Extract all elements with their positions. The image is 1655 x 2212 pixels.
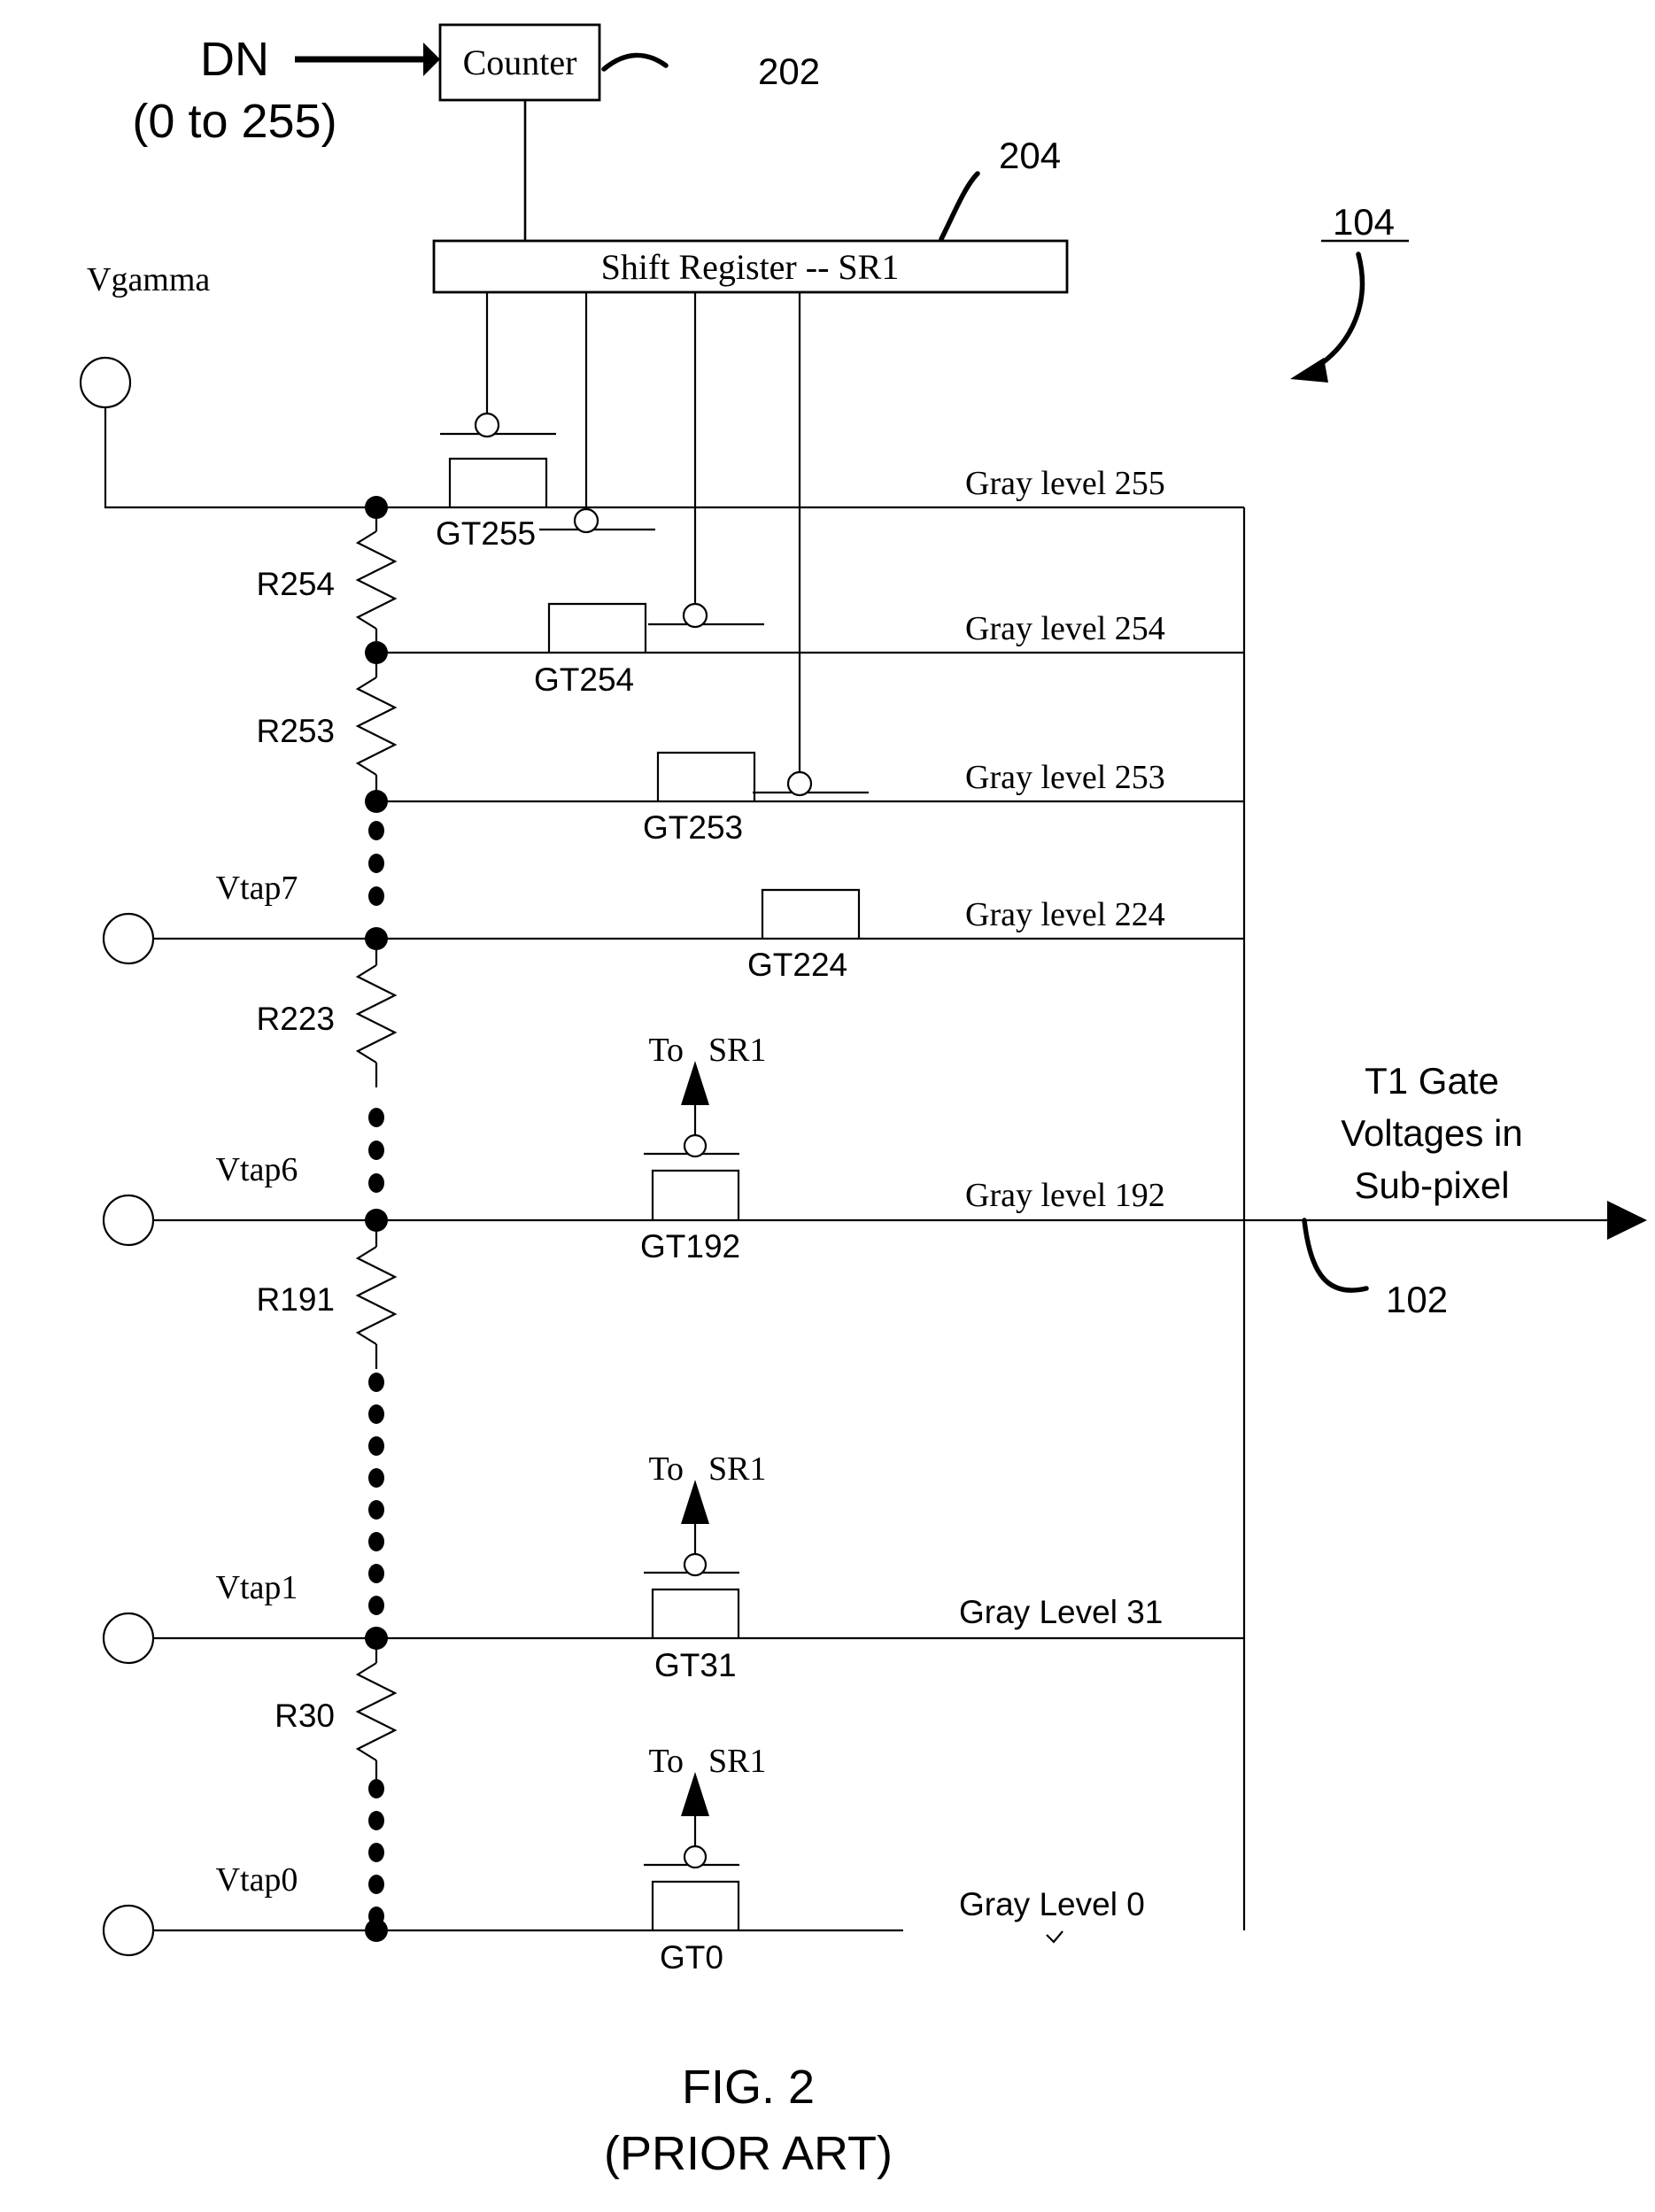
- dn-input-arrow: [295, 43, 440, 76]
- resistor-R30: [355, 1662, 398, 1761]
- gray-level-label-255: Gray level 255: [965, 465, 1165, 502]
- figure-page: DN (0 to 255) Counter 202 Shift Register…: [0, 0, 1655, 2212]
- switch-label-gt192: GT192: [640, 1228, 740, 1265]
- resistor-R253: [355, 677, 398, 776]
- shift-register-ref-leader: [939, 171, 980, 242]
- to-sr1-suffix: SR1: [708, 1032, 766, 1069]
- tap-label-vtap7: Vtap7: [216, 870, 298, 907]
- to-sr1-label-gt192: To SR1: [648, 1032, 766, 1069]
- resistor-label-R223: R223: [257, 1001, 335, 1037]
- gray-level-label-253: Gray level 253: [965, 759, 1165, 796]
- counter-ref-label: 202: [758, 50, 820, 92]
- ref-104-leader: [1290, 239, 1409, 383]
- vgamma-label: Vgamma: [87, 261, 210, 298]
- output-label-line1: T1 Gate: [1365, 1060, 1499, 1102]
- resistor-R254: [355, 530, 398, 630]
- gray-level-label-254: Gray level 254: [965, 610, 1165, 647]
- figure-caption-line2: (PRIOR ART): [604, 2127, 893, 2180]
- to-sr1-prefix: To: [648, 1743, 684, 1780]
- to-sr1-prefix: To: [648, 1032, 684, 1069]
- counter-label: Counter: [463, 43, 577, 82]
- resistor-R191: [355, 1246, 398, 1345]
- gray-level-label-192: Gray level 192: [965, 1177, 1165, 1214]
- resistor-label-R254: R254: [257, 566, 335, 602]
- tap-label-vtap1: Vtap1: [216, 1569, 298, 1606]
- to-sr1-suffix: SR1: [708, 1743, 766, 1780]
- switch-label-gt224: GT224: [747, 947, 847, 983]
- tap-label-vtap0: Vtap0: [216, 1861, 298, 1899]
- ref-102-label: 102: [1386, 1279, 1448, 1320]
- resistor-label-R253: R253: [257, 713, 335, 749]
- to-sr1-label-gt0: To SR1: [648, 1743, 766, 1780]
- shift-register-ref-label: 204: [999, 135, 1061, 176]
- circuit-diagram: DN (0 to 255) Counter 202 Shift Register…: [79, 23, 1647, 2180]
- resistor-R223: [355, 964, 398, 1063]
- resistor-label-R191: R191: [257, 1281, 335, 1318]
- figure-caption-line1: FIG. 2: [682, 2061, 815, 2114]
- switch-label-gt253: GT253: [643, 809, 743, 846]
- resistor-label-R30: R30: [275, 1698, 335, 1734]
- tap-label-vtap6: Vtap6: [216, 1151, 298, 1188]
- vgamma-terminal[interactable]: [79, 356, 132, 409]
- gray-level-label-31: Gray Level 31: [959, 1594, 1163, 1630]
- switch-label-gt31: GT31: [654, 1647, 737, 1683]
- counter-ref-leader: [601, 52, 669, 72]
- to-sr1-label-gt31: To SR1: [648, 1450, 766, 1488]
- to-sr1-prefix: To: [648, 1450, 684, 1488]
- dn-label-line2: (0 to 255): [132, 95, 336, 148]
- switch-label-gt254: GT254: [534, 661, 634, 698]
- output-label-line3: Sub-pixel: [1354, 1164, 1509, 1206]
- switch-label-gt255: GT255: [436, 515, 536, 552]
- gray-level-label-224: Gray level 224: [965, 896, 1165, 933]
- dn-label-line1: DN: [200, 33, 269, 86]
- shift-register-label: Shift Register -- SR1: [601, 247, 900, 287]
- vgamma-wire: [104, 407, 376, 509]
- switch-label-gt0: GT0: [660, 1939, 723, 1976]
- ref-104-label: 104: [1333, 201, 1395, 243]
- to-sr1-suffix: SR1: [708, 1450, 766, 1488]
- gray-level-label-0: Gray Level 0: [959, 1886, 1145, 1922]
- output-label-line2: Voltages in: [1341, 1112, 1523, 1154]
